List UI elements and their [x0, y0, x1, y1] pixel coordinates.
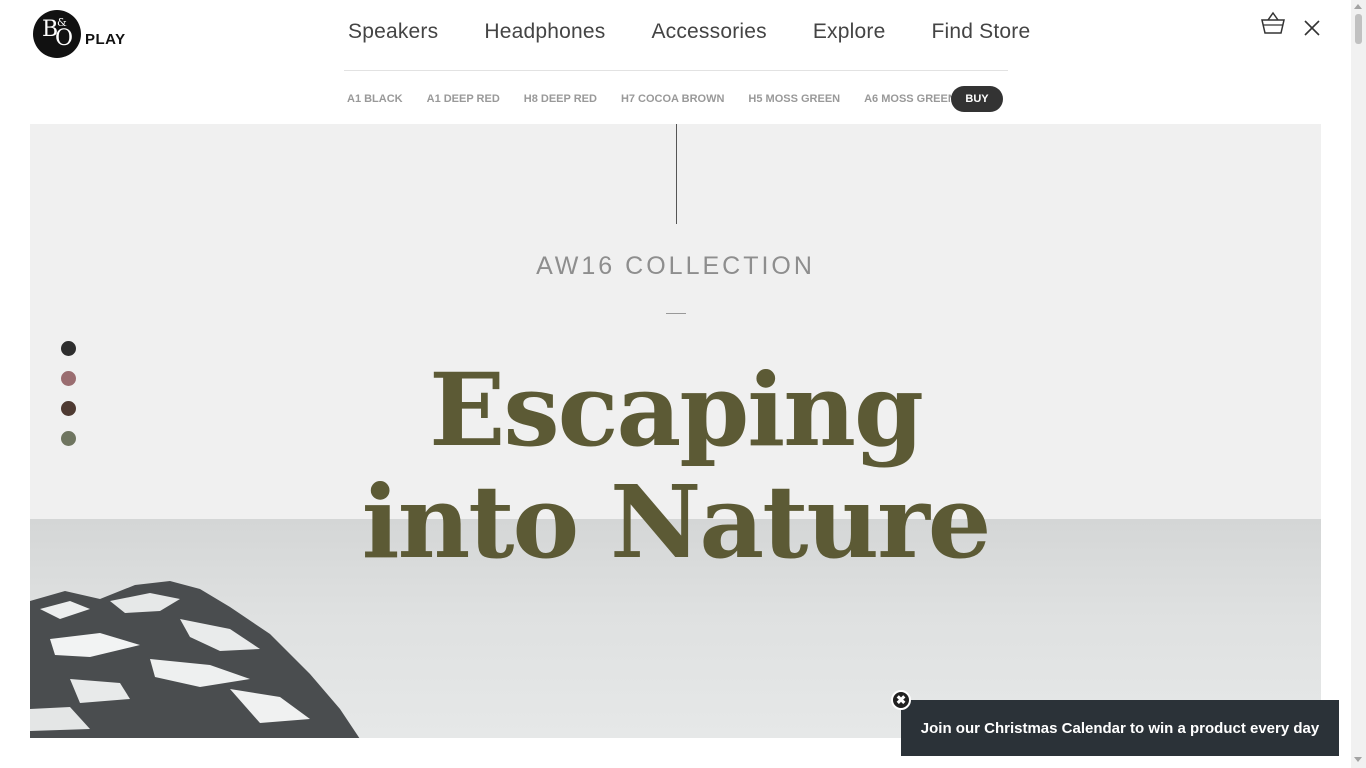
subnav-a1-deep-red[interactable]: A1 DEEP RED — [427, 93, 500, 105]
color-dot-deep-red[interactable] — [61, 371, 76, 386]
christmas-calendar-banner[interactable]: Join our Christmas Calendar to win a pro… — [901, 700, 1339, 756]
subnav-h8-deep-red[interactable]: H8 DEEP RED — [524, 93, 597, 105]
buy-button[interactable]: BUY — [951, 86, 1003, 112]
scroll-down-arrow-icon[interactable] — [1354, 757, 1362, 762]
nav-divider — [344, 70, 1008, 71]
subnav-h5-moss-green[interactable]: H5 MOSS GREEN — [748, 93, 840, 105]
nav-accessories[interactable]: Accessories — [651, 20, 766, 44]
scroll-thumb[interactable] — [1355, 14, 1362, 44]
basket-icon[interactable] — [1260, 10, 1286, 36]
product-subnav: A1 BLACK A1 DEEP RED H8 DEEP RED H7 COCO… — [347, 86, 980, 112]
nav-headphones[interactable]: Headphones — [484, 20, 605, 44]
subnav-a1-black[interactable]: A1 BLACK — [347, 93, 403, 105]
subnav-h7-cocoa-brown[interactable]: H7 COCOA BROWN — [621, 93, 724, 105]
banner-close-icon[interactable]: ✖ — [891, 690, 911, 710]
nav-find-store[interactable]: Find Store — [931, 20, 1030, 44]
hero-vertical-line — [676, 124, 677, 224]
color-dot-cocoa-brown[interactable] — [61, 401, 76, 416]
bo-logo-mark: B & O — [33, 10, 81, 58]
hero-headline: Escaping into Nature — [30, 354, 1321, 578]
scroll-up-arrow-icon[interactable] — [1354, 4, 1362, 9]
main-navigation: Speakers Headphones Accessories Explore … — [348, 20, 1030, 44]
color-dot-moss-green[interactable] — [61, 431, 76, 446]
snowy-mountain-image — [30, 581, 360, 738]
subnav-a6-moss-green[interactable]: A6 MOSS GREEN — [864, 93, 956, 105]
color-dot-black[interactable] — [61, 341, 76, 356]
nav-explore[interactable]: Explore — [813, 20, 886, 44]
hero-section: AW16 COLLECTION Escaping into Nature — [30, 124, 1321, 738]
page-scrollbar[interactable] — [1351, 0, 1366, 768]
brand-logo[interactable]: B & O PLAY — [33, 10, 126, 58]
close-icon[interactable] — [1303, 19, 1321, 37]
headline-line-1: Escaping — [429, 351, 924, 469]
color-dot-selector — [61, 341, 76, 461]
nav-speakers[interactable]: Speakers — [348, 20, 438, 44]
headline-line-2: into Nature — [361, 463, 992, 581]
logo-play-text: PLAY — [85, 30, 126, 48]
collection-eyebrow: AW16 COLLECTION — [536, 252, 815, 280]
hero-dash-divider — [666, 313, 686, 314]
